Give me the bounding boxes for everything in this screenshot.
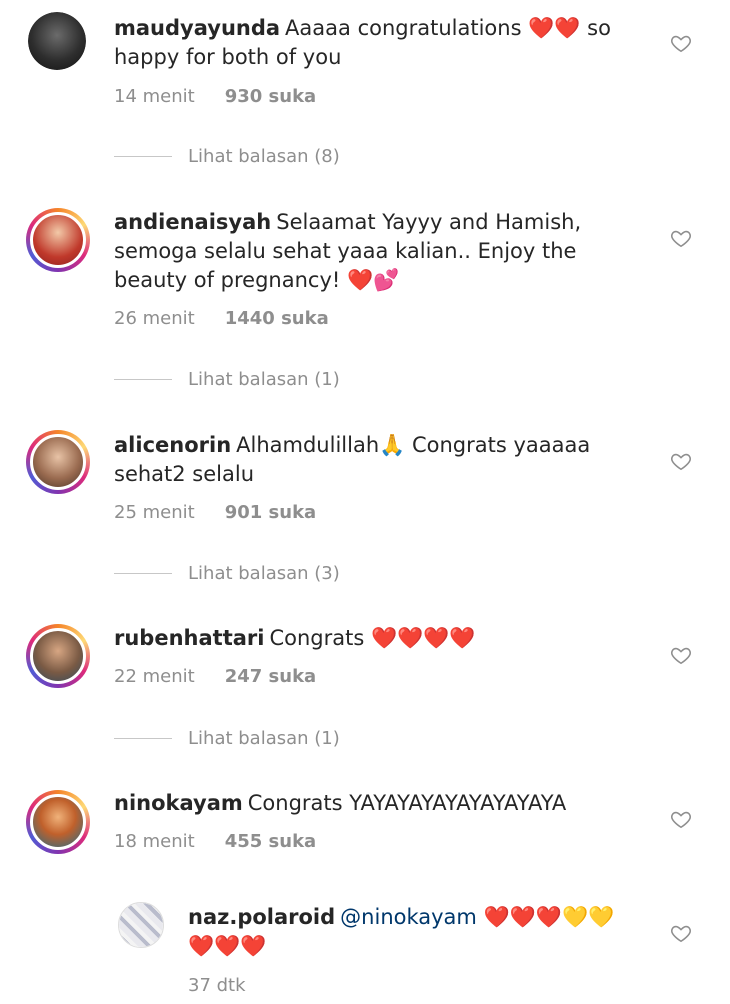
replies-divider	[114, 379, 172, 380]
heart-outline-icon[interactable]	[670, 808, 692, 830]
view-replies-button[interactable]: Lihat balasan (1)	[114, 728, 340, 749]
comment-time: 22 menit	[114, 666, 195, 687]
avatar[interactable]	[118, 902, 164, 948]
heart-outline-icon[interactable]	[670, 32, 692, 54]
comment-time: 26 menit	[114, 308, 195, 329]
view-replies-label: Lihat balasan (1)	[188, 369, 340, 390]
replies-divider	[114, 573, 172, 574]
comment-meta: 25 menit 901 suka	[114, 502, 316, 523]
avatar[interactable]	[26, 430, 90, 494]
replies-divider	[114, 156, 172, 157]
comment-time: 18 menit	[114, 831, 195, 852]
view-replies-label: Lihat balasan (8)	[188, 146, 340, 167]
reply-username[interactable]: naz.polaroid	[188, 905, 335, 929]
view-replies-button[interactable]: Lihat balasan (1)	[114, 369, 340, 390]
comment-likes[interactable]: 901 suka	[225, 502, 317, 523]
reply-time: 37 dtk	[188, 975, 246, 996]
comment-likes[interactable]: 247 suka	[225, 666, 317, 687]
comment-meta: 14 menit 930 suka	[114, 86, 316, 107]
comment-body: Congrats ❤️❤️❤️❤️	[269, 626, 476, 650]
comment-username[interactable]: ninokayam	[114, 791, 243, 815]
avatar[interactable]	[28, 12, 86, 70]
comment-username[interactable]: andienaisyah	[114, 210, 271, 234]
reply-mention[interactable]: @ninokayam	[340, 905, 477, 929]
view-replies-button[interactable]: Lihat balasan (3)	[114, 563, 340, 584]
comment-text: alicenorin Alhamdulillah🙏 Congrats yaaaaa…	[114, 431, 594, 489]
comment-meta: 26 menit 1440 suka	[114, 308, 329, 329]
view-replies-button[interactable]: Lihat balasan (8)	[114, 146, 340, 167]
comment-text: rubenhattari Congrats ❤️❤️❤️❤️	[114, 624, 594, 653]
avatar[interactable]	[26, 208, 90, 272]
heart-outline-icon[interactable]	[670, 922, 692, 944]
comment-time: 14 menit	[114, 86, 195, 107]
comment-username[interactable]: maudyayunda	[114, 16, 280, 40]
comment-likes[interactable]: 1440 suka	[225, 308, 329, 329]
view-replies-label: Lihat balasan (3)	[188, 563, 340, 584]
comment-time: 25 menit	[114, 502, 195, 523]
reply-meta: 37 dtk	[188, 975, 246, 996]
comment-body: Congrats YAYAYAYAYAYAYAYAYA	[247, 791, 567, 815]
heart-outline-icon[interactable]	[670, 644, 692, 666]
comment-likes[interactable]: 930 suka	[225, 86, 317, 107]
comment-text: ninokayam Congrats YAYAYAYAYAYAYAYAYA	[114, 789, 614, 818]
comment-username[interactable]: alicenorin	[114, 433, 231, 457]
comment-likes[interactable]: 455 suka	[225, 831, 317, 852]
comment-meta: 18 menit 455 suka	[114, 831, 316, 852]
comment-meta: 22 menit 247 suka	[114, 666, 316, 687]
comment-username[interactable]: rubenhattari	[114, 626, 264, 650]
replies-divider	[114, 738, 172, 739]
view-replies-label: Lihat balasan (1)	[188, 728, 340, 749]
avatar[interactable]	[26, 624, 90, 688]
comment-text: andienaisyah Selaamat Yayyy and Hamish, s…	[114, 208, 584, 295]
heart-outline-icon[interactable]	[670, 227, 692, 249]
heart-outline-icon[interactable]	[670, 450, 692, 472]
reply-text: naz.polaroid @ninokayam ❤️❤️❤️💛💛 ❤️❤️❤️	[188, 903, 628, 961]
avatar[interactable]	[26, 790, 90, 854]
comment-text: maudyayunda Aaaaa congratulations ❤️❤️ so…	[114, 14, 614, 72]
